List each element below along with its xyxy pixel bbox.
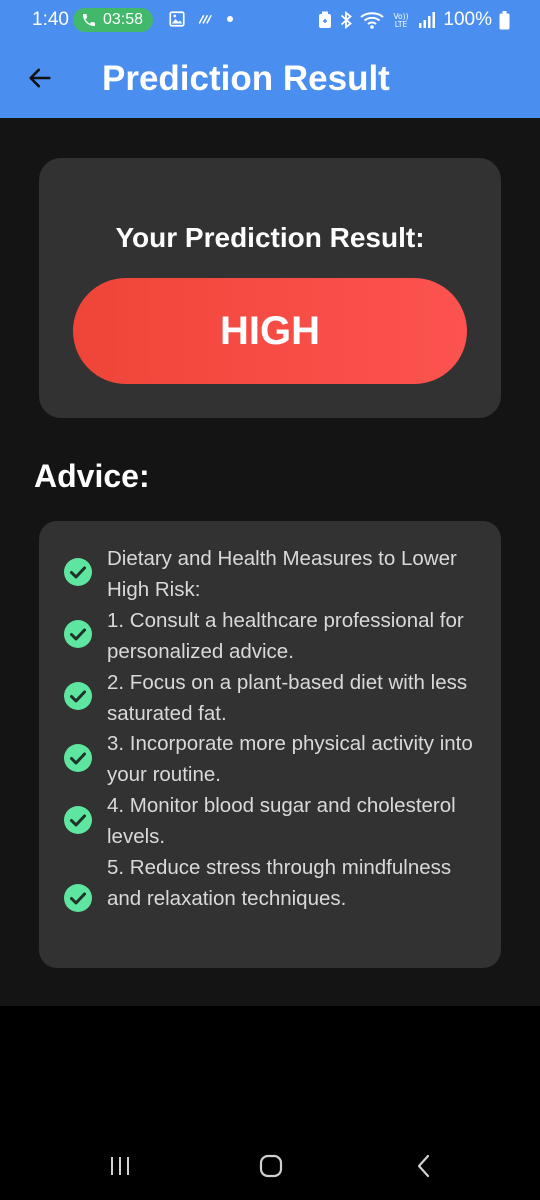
main-content: Your Prediction Result: HIGH Advice: Die… bbox=[0, 118, 540, 1006]
system-icons: Vo)) LTE 100% bbox=[318, 9, 510, 31]
recent-apps-icon bbox=[111, 1157, 129, 1175]
check-circle-icon bbox=[64, 558, 92, 586]
advice-intro: Dietary and Health Measures to Lower Hig… bbox=[107, 547, 457, 601]
wifi-icon bbox=[360, 12, 385, 29]
app-bar: 1:40 03:58 Vo)) LTE 100% Prediction Resu… bbox=[0, 0, 540, 118]
advice-card: Dietary and Health Measures to Lower Hig… bbox=[39, 521, 501, 968]
prediction-result-card: Your Prediction Result: HIGH bbox=[39, 158, 501, 418]
svg-text:LTE: LTE bbox=[395, 20, 408, 29]
result-heading: Your Prediction Result: bbox=[115, 222, 425, 253]
signal-wave-icon bbox=[198, 14, 212, 24]
advice-item: 2. Focus on a plant-based diet with less… bbox=[107, 670, 468, 725]
cellular-signal-icon bbox=[419, 12, 436, 28]
back-button[interactable] bbox=[22, 60, 58, 96]
advice-item: 4. Monitor blood sugar and cholesterol l… bbox=[107, 794, 456, 849]
check-circle-icon bbox=[64, 682, 92, 710]
home-icon bbox=[259, 1154, 283, 1178]
advice-item: 5. Reduce stress through mindfulness and… bbox=[107, 856, 452, 910]
battery-saver-icon bbox=[319, 11, 332, 28]
status-time: 1:40 bbox=[32, 9, 69, 30]
volte-icon: Vo)) LTE bbox=[394, 12, 409, 29]
phone-icon bbox=[83, 14, 95, 26]
advice-item: 3. Incorporate more physical activity in… bbox=[107, 732, 473, 787]
recent-apps-button[interactable] bbox=[108, 1154, 132, 1183]
battery-percent: 100% bbox=[443, 9, 492, 30]
notification-icons bbox=[168, 10, 234, 28]
advice-item: 1. Consult a healthcare professional for… bbox=[107, 608, 464, 663]
ongoing-call-chip[interactable]: 03:58 bbox=[73, 8, 154, 32]
bluetooth-icon bbox=[341, 11, 353, 29]
home-button[interactable] bbox=[258, 1154, 284, 1183]
chevron-left-icon bbox=[417, 1154, 430, 1178]
arrow-back-icon bbox=[29, 68, 51, 88]
gallery-icon bbox=[169, 11, 185, 27]
risk-level-badge: HIGH bbox=[73, 278, 467, 384]
advice-heading: Advice: bbox=[34, 458, 150, 494]
page-title: Prediction Result bbox=[102, 59, 390, 98]
advice-text: Dietary and Health Measures to Lower Hig… bbox=[107, 544, 482, 915]
battery-icon bbox=[499, 10, 510, 29]
check-circle-icon bbox=[64, 806, 92, 834]
check-circle-icon bbox=[64, 620, 92, 648]
more-notifications-dot-icon bbox=[227, 16, 233, 22]
check-circle-icon bbox=[64, 884, 92, 912]
check-circle-icon bbox=[64, 744, 92, 772]
system-navigation-bar bbox=[0, 1006, 540, 1200]
call-timer: 03:58 bbox=[103, 11, 144, 28]
status-bar: 1:40 03:58 Vo)) LTE 100% bbox=[0, 0, 540, 40]
nav-back-button[interactable] bbox=[412, 1154, 436, 1183]
